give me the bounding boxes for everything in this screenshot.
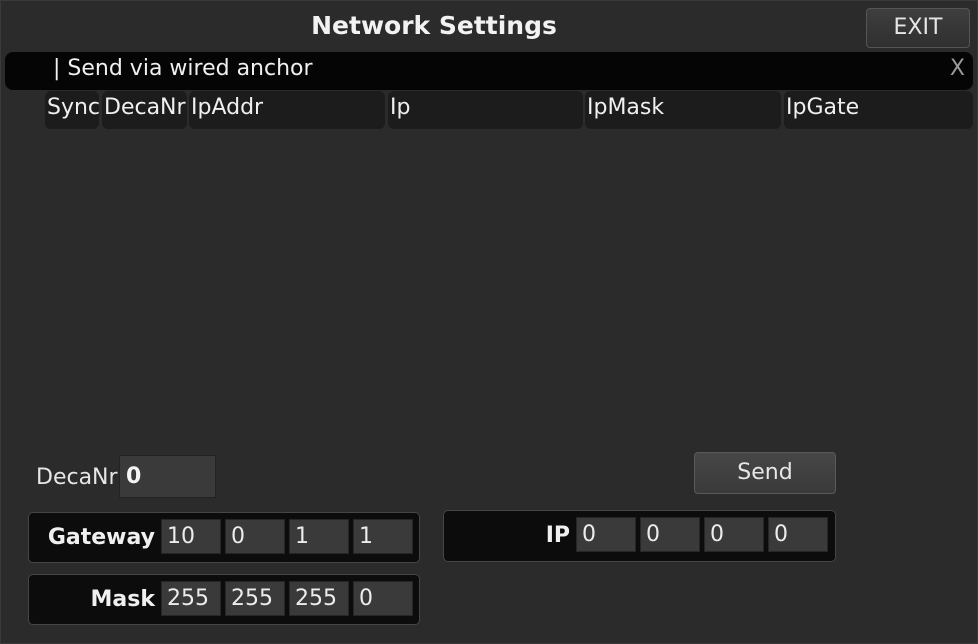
column-header-decanr[interactable]: DecaNr	[102, 91, 187, 129]
window-title: Network Settings	[311, 11, 557, 40]
column-header-ip[interactable]: Ip	[388, 91, 583, 129]
send-button[interactable]: Send	[694, 452, 836, 494]
column-header-ipgate[interactable]: IpGate	[784, 91, 973, 129]
ip-octet-3[interactable]: 0	[704, 517, 764, 552]
mask-octet-2[interactable]: 255	[225, 581, 285, 616]
mask-octet-3[interactable]: 255	[289, 581, 349, 616]
gateway-octet-3[interactable]: 1	[289, 519, 349, 554]
decanr-input[interactable]: 0	[119, 455, 216, 498]
gateway-label: Gateway	[47, 525, 155, 550]
column-header-ipmask[interactable]: IpMask	[585, 91, 781, 129]
anchor-table-body[interactable]	[45, 131, 973, 441]
ip-group: IP 0 0 0 0	[443, 510, 836, 562]
gateway-octet-4[interactable]: 1	[353, 519, 413, 554]
network-settings-window: Network Settings EXIT | Send via wired a…	[0, 0, 978, 644]
gateway-octet-1[interactable]: 10	[161, 519, 221, 554]
tab-close-button[interactable]: X	[950, 56, 965, 81]
ip-octet-1[interactable]: 0	[576, 517, 636, 552]
mask-octet-4[interactable]: 0	[353, 581, 413, 616]
gateway-group: Gateway 10 0 1 1	[28, 512, 420, 563]
ip-octet-4[interactable]: 0	[768, 517, 828, 552]
tab-bar: | Send via wired anchor X	[5, 52, 973, 90]
gateway-octet-2[interactable]: 0	[225, 519, 285, 554]
column-header-ipaddr[interactable]: IpAddr	[189, 91, 385, 129]
ip-octet-2[interactable]: 0	[640, 517, 700, 552]
mask-octet-1[interactable]: 255	[161, 581, 221, 616]
ip-label: IP	[545, 523, 570, 548]
mask-label: Mask	[90, 587, 155, 612]
exit-button[interactable]: EXIT	[866, 8, 970, 48]
decanr-label: DecaNr	[36, 465, 118, 490]
column-header-sync[interactable]: Sync	[45, 91, 99, 129]
mask-group: Mask 255 255 255 0	[28, 574, 420, 625]
tab-send-via-wired-anchor[interactable]: | Send via wired anchor	[53, 56, 313, 81]
